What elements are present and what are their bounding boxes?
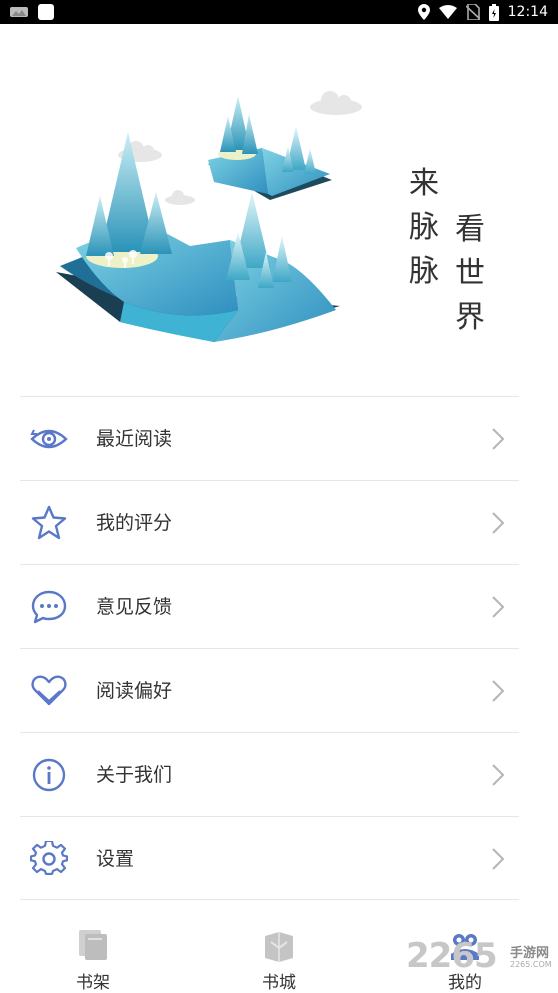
- bookstore-icon: [265, 932, 293, 962]
- bookshelf-icon: [79, 930, 107, 960]
- status-time: 12:14: [507, 4, 548, 20]
- status-bar: 12:14: [0, 0, 558, 24]
- gear-icon: [30, 841, 68, 875]
- chevron-right-icon: [492, 848, 505, 870]
- photo-notification-icon: [10, 7, 28, 17]
- site-watermark: 2265 手游网 2265.COM: [406, 934, 558, 986]
- menu-item-my-ratings[interactable]: 我的评分: [20, 480, 519, 564]
- menu-item-settings[interactable]: 设置: [20, 816, 519, 900]
- chevron-right-icon: [492, 512, 505, 534]
- eye-icon: [30, 429, 68, 449]
- location-icon: [417, 4, 430, 20]
- info-icon: [32, 758, 66, 792]
- app-notification-icon: [38, 4, 54, 20]
- no-sim-icon: [465, 4, 480, 20]
- wifi-icon: [438, 5, 457, 19]
- small-book-illustration: [208, 96, 332, 200]
- menu-item-label: 最近阅读: [96, 428, 173, 450]
- chevron-right-icon: [492, 680, 505, 702]
- slogan-column-2: 看 世 界: [455, 212, 485, 335]
- menu-item-feedback[interactable]: 意见反馈: [20, 564, 519, 648]
- settings-menu: 最近阅读 我的评分 意见反馈 阅读偏好 关于我们 设置: [20, 396, 519, 900]
- star-icon: [31, 505, 67, 540]
- heart-icon: [31, 675, 67, 706]
- menu-item-label: 我的评分: [96, 512, 173, 534]
- menu-item-about-us[interactable]: 关于我们: [20, 732, 519, 816]
- tab-bookshelf[interactable]: 书架: [53, 928, 133, 993]
- battery-icon: [488, 3, 499, 21]
- slogan-column-1: 来 脉 脉: [409, 166, 439, 289]
- tab-label: 书城: [262, 973, 296, 993]
- watermark-url: 2265.COM: [510, 960, 552, 969]
- chevron-right-icon: [492, 596, 505, 618]
- watermark-number: 2265: [406, 936, 498, 976]
- tab-label: 书架: [76, 973, 110, 993]
- menu-item-label: 阅读偏好: [96, 680, 173, 702]
- menu-item-recent-reading[interactable]: 最近阅读: [20, 396, 519, 480]
- menu-item-label: 关于我们: [96, 764, 173, 786]
- menu-item-label: 意见反馈: [96, 596, 173, 618]
- chevron-right-icon: [492, 764, 505, 786]
- hero-banner: 来 脉 脉 看 世 界: [0, 24, 558, 396]
- tab-bookstore[interactable]: 书城: [239, 928, 319, 993]
- menu-item-label: 设置: [96, 848, 135, 870]
- chevron-right-icon: [492, 428, 505, 450]
- menu-item-reading-preference[interactable]: 阅读偏好: [20, 648, 519, 732]
- watermark-text: 手游网: [510, 946, 550, 961]
- chat-bubble-icon: [31, 590, 67, 624]
